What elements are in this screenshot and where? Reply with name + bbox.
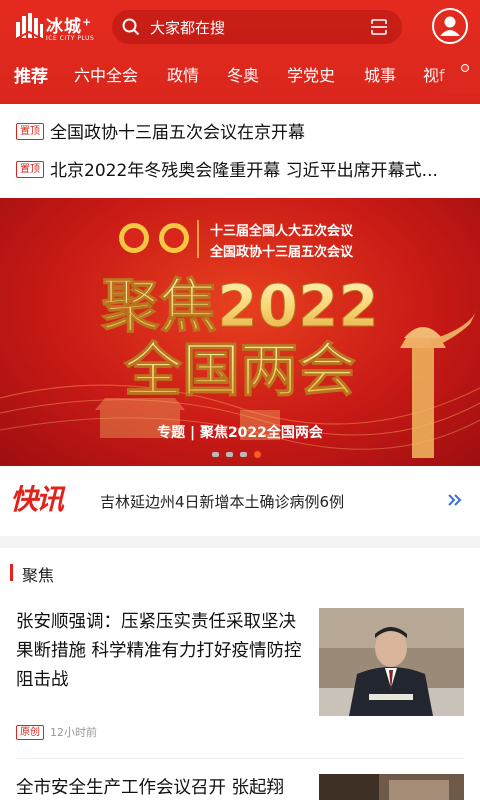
original-badge: 原创 [16, 725, 44, 740]
app-header: 冰城+ ICE CITY PLUS 大家都在搜 推荐 六中全会 政情 冬奥 学党… [0, 0, 480, 104]
banner-caption: 专题 | 聚焦2022全国两会 [157, 424, 324, 441]
scan-icon[interactable] [370, 18, 388, 36]
news-time: 12小时前 [50, 726, 97, 739]
pinned-badge: 置顶 [16, 123, 44, 140]
user-icon [440, 16, 460, 36]
tab-sixth-plenum[interactable]: 六中全会 [74, 62, 138, 86]
carousel-dot[interactable] [226, 452, 233, 457]
search-bar[interactable]: 大家都在搜 [112, 10, 402, 44]
section-accent-bar [10, 564, 13, 581]
tab-city-affairs[interactable]: 城事 [364, 62, 396, 86]
flash-news-text[interactable]: 吉林延边州4日新增本土确诊病例6例 [100, 491, 344, 512]
news-photo [319, 608, 464, 716]
pinned-item[interactable]: 置顶 北京2022年冬残奥会隆重开幕 习近平出席开幕式... [0, 152, 480, 188]
pinned-title: 全国政协十三届五次会议在京开幕 [50, 123, 305, 143]
logo-mark-icon [15, 13, 43, 40]
banner-line2: 全国政协十三届五次会议 [209, 244, 354, 260]
logo-text: 冰城+ [46, 15, 93, 37]
tab-politics[interactable]: 政情 [167, 62, 199, 86]
section-title: 聚焦 [22, 566, 55, 585]
channel-tabs: 推荐 六中全会 政情 冬奥 学党史 城事 视f [0, 58, 480, 94]
notification-dot [461, 64, 469, 72]
banner-line1: 十三届全国人大五次会议 [210, 223, 354, 239]
flash-news-bar[interactable]: 快讯 吉林延边州4日新增本土确诊病例6例 [0, 466, 480, 536]
flash-news-logo: 快讯 [10, 483, 64, 516]
tab-winter-olympics[interactable]: 冬奥 [227, 62, 259, 86]
news-photo [319, 774, 464, 800]
feature-banner[interactable]: 十三届全国人大五次会议 全国政协十三届五次会议 聚焦2022 全国两会 专题 |… [0, 198, 480, 466]
banner-big-title-2: 全国两会 [123, 336, 356, 404]
tab-recommend[interactable]: 推荐 [14, 62, 48, 87]
section-divider [0, 536, 480, 548]
pinned-item[interactable]: 置顶 全国政协十三届五次会议在京开幕 [0, 114, 480, 150]
pinned-badge: 置顶 [16, 161, 44, 178]
double-chevron-right-icon[interactable] [446, 491, 464, 509]
carousel-dot[interactable] [240, 452, 247, 457]
search-placeholder: 大家都在搜 [150, 19, 226, 37]
news-title[interactable]: 全市安全生产工作会议召开 张起翔 [16, 774, 306, 803]
banner-big-title-1: 聚焦2022 [100, 272, 378, 340]
carousel-dot-active[interactable] [254, 451, 261, 458]
tab-fade-overlay [430, 58, 480, 94]
app-logo[interactable]: 冰城+ ICE CITY PLUS [14, 10, 104, 46]
news-thumbnail[interactable] [319, 608, 464, 716]
logo-subtitle: ICE CITY PLUS [46, 35, 95, 42]
carousel-dot[interactable] [212, 452, 219, 457]
user-profile-button[interactable] [432, 8, 468, 44]
pinned-title: 北京2022年冬残奥会隆重开幕 习近平出席开幕式... [50, 161, 438, 181]
news-thumbnail[interactable] [319, 774, 464, 800]
search-icon [122, 18, 140, 36]
tab-party-history[interactable]: 学党史 [287, 62, 335, 86]
banner-artwork: 十三届全国人大五次会议 全国政协十三届五次会议 聚焦2022 全国两会 专题 |… [0, 220, 480, 458]
news-title[interactable]: 张安顺强调：压紧压实责任采取坚决果断措施 科学精准有力打好疫情防控阻击战 [16, 608, 306, 695]
news-divider [16, 758, 464, 759]
